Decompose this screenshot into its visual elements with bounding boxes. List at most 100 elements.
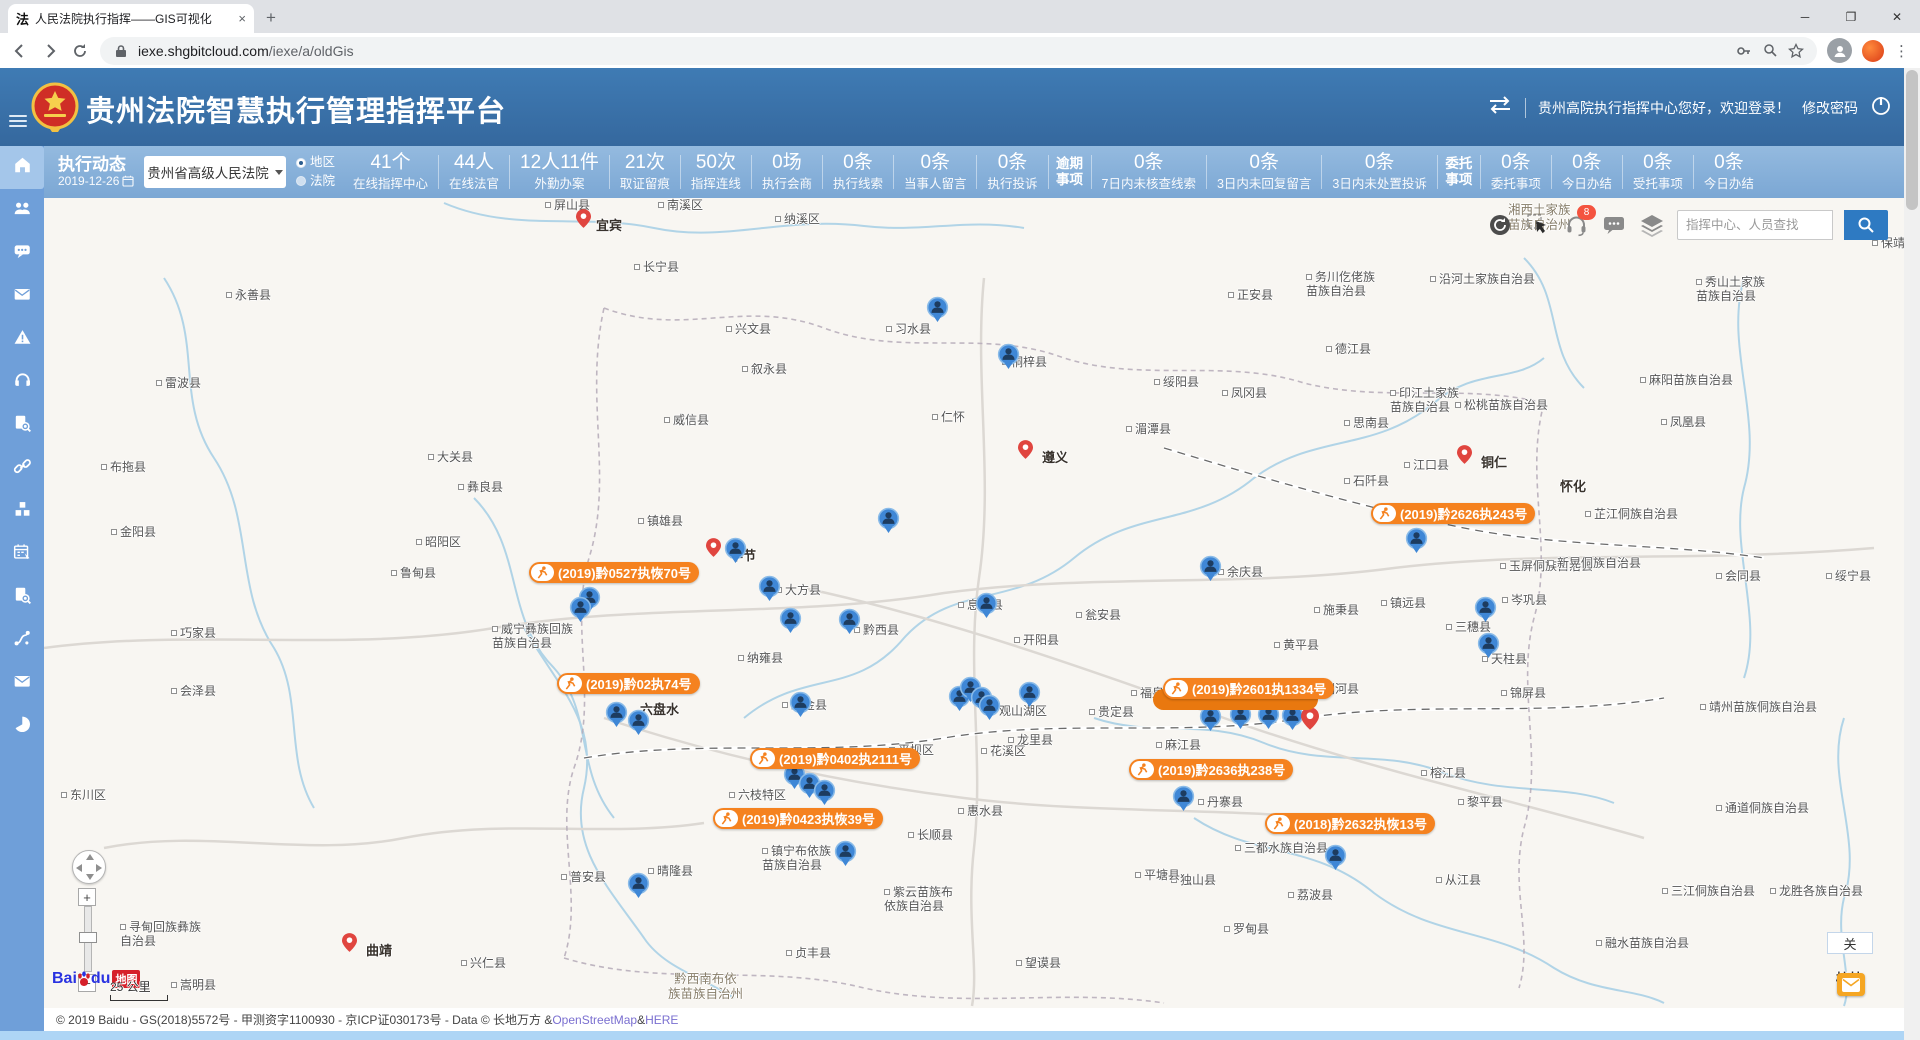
- case-label[interactable]: (2019)黔2626执243号: [1371, 503, 1535, 524]
- extension-icon[interactable]: [1862, 40, 1884, 62]
- sidebar-item-doc-review[interactable]: [0, 576, 44, 619]
- person-marker[interactable]: [724, 537, 747, 569]
- radio-court-dot[interactable]: [296, 176, 306, 186]
- sidebar-item-mail[interactable]: [0, 275, 44, 318]
- here-link[interactable]: HERE: [645, 1013, 678, 1027]
- alert-marker[interactable]: [1301, 707, 1319, 735]
- stat-item[interactable]: 41个在线指挥中心: [343, 152, 438, 193]
- person-marker[interactable]: [627, 709, 650, 741]
- page-scrollbar[interactable]: [1904, 68, 1920, 1040]
- logout-power-icon[interactable]: [1870, 94, 1892, 121]
- city-marker[interactable]: [706, 538, 721, 562]
- case-label[interactable]: (2019)黔2601执1334号: [1163, 678, 1334, 699]
- case-label[interactable]: (2019)黔2636执238号: [1129, 759, 1293, 780]
- maximize-icon[interactable]: ❐: [1828, 0, 1874, 33]
- url-bar[interactable]: iexe.shgbitcloud.com/iexe/a/oldGis: [100, 37, 1817, 65]
- radio-region-dot[interactable]: [296, 158, 306, 168]
- person-marker[interactable]: [569, 596, 592, 628]
- hamburger-menu-icon[interactable]: [9, 112, 27, 130]
- minimize-icon[interactable]: ─: [1782, 0, 1828, 33]
- osm-link[interactable]: OpenStreetMap: [552, 1013, 637, 1027]
- map-pan-control[interactable]: [72, 850, 106, 884]
- zoom-icon[interactable]: [1761, 42, 1779, 60]
- stat-item[interactable]: 50次指挥连线: [681, 152, 751, 193]
- stat-item[interactable]: 0条执行投诉: [977, 152, 1047, 193]
- case-label[interactable]: (2019)黔0527执恢70号: [529, 562, 699, 583]
- person-marker[interactable]: [926, 296, 949, 328]
- sidebar-item-case-search[interactable]: [0, 404, 44, 447]
- stat-item[interactable]: 0条当事人留言: [894, 152, 977, 193]
- case-label[interactable]: (2019)黔02执74号: [557, 673, 700, 694]
- person-marker[interactable]: [978, 694, 1001, 726]
- stat-item[interactable]: 0条今日办结: [1552, 152, 1622, 193]
- person-marker[interactable]: [789, 691, 812, 723]
- person-marker[interactable]: [975, 592, 998, 624]
- stat-item[interactable]: 12人11件外勤办案: [510, 152, 609, 193]
- person-marker[interactable]: [1405, 527, 1428, 559]
- chat-bubble-icon[interactable]: [1601, 212, 1627, 238]
- stat-item[interactable]: 0条3日内未回复留言: [1207, 152, 1321, 193]
- browser-menu-icon[interactable]: ⋮: [1894, 42, 1910, 60]
- city-marker[interactable]: [342, 933, 357, 957]
- person-marker[interactable]: [877, 507, 900, 539]
- map-canvas[interactable]: 8 + − Bai du 地图 25 公里 关 宜宾毕节遵义铜仁怀化曲靖桂林六盘…: [44, 198, 1904, 1008]
- person-marker[interactable]: [813, 779, 836, 811]
- support-headset-icon[interactable]: 8: [1563, 212, 1589, 238]
- search-button[interactable]: [1844, 210, 1888, 240]
- bookmark-star-icon[interactable]: [1787, 42, 1805, 60]
- close-panel-button[interactable]: 关: [1827, 932, 1873, 954]
- radio-court[interactable]: 法院: [296, 172, 335, 191]
- forward-icon[interactable]: [40, 41, 60, 61]
- person-marker[interactable]: [1477, 632, 1500, 664]
- new-tab-button[interactable]: +: [266, 8, 276, 28]
- locate-refresh-icon[interactable]: [1487, 212, 1513, 238]
- person-marker[interactable]: [1018, 681, 1041, 713]
- browser-tab[interactable]: 法 人民法院执行指挥——GIS可视化 ×: [8, 4, 254, 33]
- city-marker[interactable]: [1457, 445, 1472, 469]
- message-envelope-button[interactable]: [1837, 973, 1865, 996]
- refresh-icon[interactable]: [70, 41, 90, 61]
- zoom-in-button[interactable]: +: [78, 888, 96, 906]
- stat-item[interactable]: 0条执行线索: [823, 152, 893, 193]
- avatar[interactable]: [1827, 38, 1852, 63]
- back-icon[interactable]: [10, 41, 30, 61]
- password-key-icon[interactable]: [1735, 42, 1753, 60]
- sidebar-item-statistics[interactable]: [0, 705, 44, 748]
- stat-item[interactable]: 0条3日内未处置投诉: [1322, 152, 1436, 193]
- search-input[interactable]: [1677, 210, 1833, 240]
- person-marker[interactable]: [1172, 785, 1195, 817]
- court-selector-dropdown[interactable]: 贵州省高级人民法院: [144, 156, 286, 188]
- stat-item[interactable]: 0条受托事项: [1623, 152, 1693, 193]
- case-label[interactable]: (2019)黔0402执2111号: [750, 748, 920, 769]
- layers-icon[interactable]: [1639, 212, 1665, 238]
- case-label[interactable]: (2018)黔2632执恢13号: [1265, 813, 1435, 834]
- sidebar-item-assets[interactable]: [0, 490, 44, 533]
- tab-close-icon[interactable]: ×: [238, 11, 246, 26]
- sidebar-item-alerts[interactable]: [0, 318, 44, 361]
- sidebar-item-schedule[interactable]: [0, 533, 44, 576]
- person-marker[interactable]: [834, 840, 857, 872]
- change-password-link[interactable]: 修改密码: [1802, 98, 1858, 118]
- sidebar-item-home[interactable]: [0, 146, 44, 189]
- sidebar-item-messages[interactable]: [0, 232, 44, 275]
- sidebar-item-links[interactable]: [0, 447, 44, 490]
- city-marker[interactable]: [576, 209, 591, 233]
- stat-item[interactable]: 0条委托事项: [1481, 152, 1551, 193]
- scrollbar-thumb[interactable]: [1906, 70, 1918, 210]
- person-marker[interactable]: [758, 575, 781, 607]
- person-marker[interactable]: [1199, 555, 1222, 587]
- select-cursor-icon[interactable]: [1525, 212, 1551, 238]
- person-marker[interactable]: [1474, 596, 1497, 628]
- sidebar-item-service[interactable]: [0, 361, 44, 404]
- stat-item[interactable]: 0条7日内未核查线索: [1092, 152, 1206, 193]
- city-marker[interactable]: [1018, 440, 1033, 464]
- person-marker[interactable]: [779, 607, 802, 639]
- stat-item[interactable]: 0场执行会商: [752, 152, 822, 193]
- radio-region[interactable]: 地区: [296, 153, 335, 172]
- stat-item[interactable]: 0条今日办结: [1694, 152, 1764, 193]
- sidebar-item-personnel[interactable]: [0, 189, 44, 232]
- zoom-handle[interactable]: [79, 932, 97, 943]
- sidebar-item-route[interactable]: [0, 619, 44, 662]
- stat-item[interactable]: 21次取证留痕: [610, 152, 680, 193]
- calendar-icon[interactable]: [122, 175, 134, 187]
